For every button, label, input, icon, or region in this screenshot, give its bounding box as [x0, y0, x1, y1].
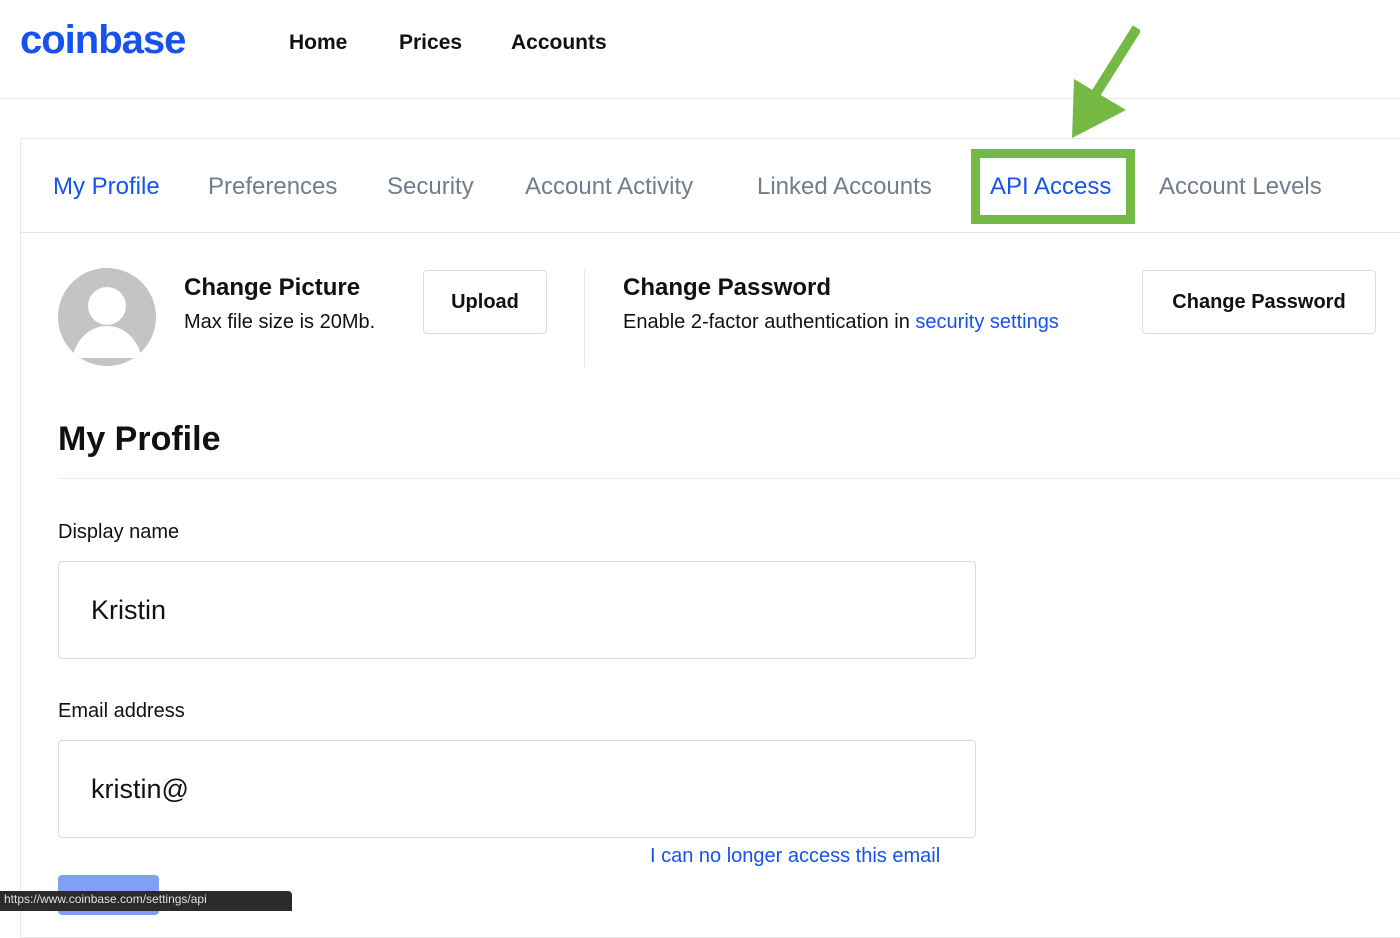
green-arrow-icon: [1072, 25, 1140, 138]
tab-linked-accounts[interactable]: Linked Accounts: [757, 173, 932, 201]
two-factor-text-prefix: Enable 2-factor authentication in: [623, 311, 916, 333]
display-name-input[interactable]: [58, 561, 976, 659]
api-access-highlight-box: [971, 149, 1135, 224]
two-factor-text: Enable 2-factor authentication in securi…: [623, 311, 1059, 334]
security-settings-link[interactable]: security settings: [915, 311, 1058, 333]
my-profile-heading: My Profile: [58, 420, 221, 458]
avatar-placeholder-icon[interactable]: [58, 268, 156, 366]
change-password-title: Change Password: [623, 274, 832, 301]
vertical-divider: [584, 270, 585, 367]
tab-my-profile[interactable]: My Profile: [53, 173, 160, 201]
email-address-input[interactable]: [58, 740, 976, 838]
settings-tabs: My Profile Preferences Security Account …: [21, 139, 1400, 233]
nav-accounts[interactable]: Accounts: [511, 31, 607, 55]
tab-security[interactable]: Security: [387, 173, 474, 201]
max-file-size-text: Max file size is 20Mb.: [184, 311, 376, 333]
change-password-button[interactable]: Change Password: [1142, 270, 1376, 334]
nav-home[interactable]: Home: [289, 31, 347, 55]
tab-account-levels[interactable]: Account Levels: [1159, 173, 1322, 201]
status-bar-url: https://www.coinbase.com/settings/api: [0, 891, 292, 911]
section-divider: [58, 478, 1400, 479]
coinbase-logo[interactable]: coinbase: [20, 18, 186, 63]
upload-button[interactable]: Upload: [423, 270, 547, 334]
top-navigation-bar: coinbase Home Prices Accounts: [0, 0, 1400, 99]
change-picture-title: Change Picture: [184, 274, 361, 301]
email-address-label: Email address: [58, 700, 185, 722]
tab-preferences[interactable]: Preferences: [208, 173, 337, 201]
tab-account-activity[interactable]: Account Activity: [525, 173, 693, 201]
cannot-access-email-link[interactable]: I can no longer access this email: [650, 845, 940, 868]
nav-prices[interactable]: Prices: [399, 31, 462, 55]
display-name-label: Display name: [58, 521, 180, 543]
